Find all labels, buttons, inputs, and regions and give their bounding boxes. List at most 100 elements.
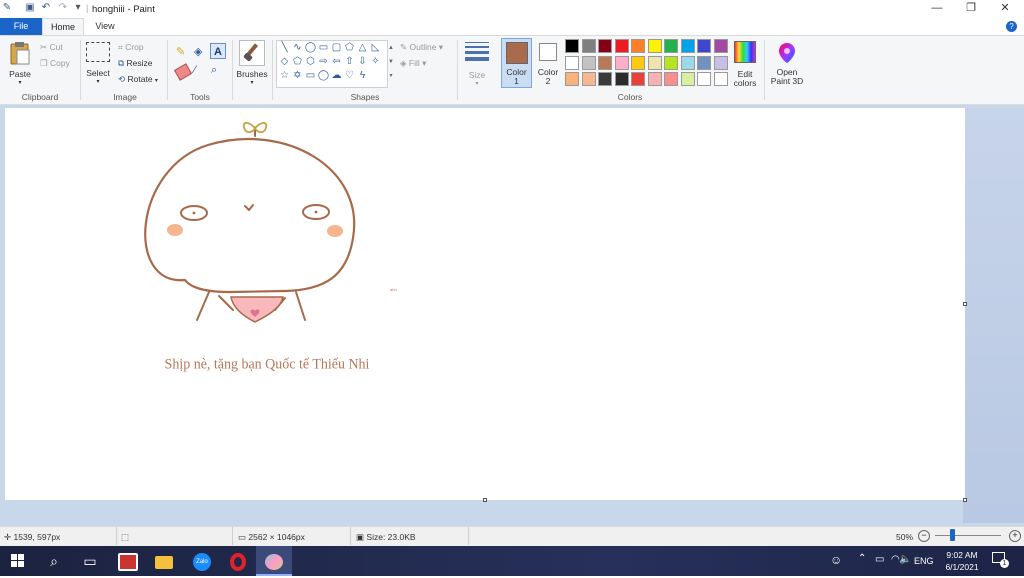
rectangle-shape-icon[interactable]: ▭ bbox=[317, 41, 330, 54]
paste-button[interactable]: Paste ▾ bbox=[8, 40, 32, 90]
paint-taskbar-icon[interactable] bbox=[256, 546, 292, 576]
search-icon[interactable]: ⌕ bbox=[36, 546, 72, 576]
opera-browser-icon[interactable] bbox=[220, 546, 256, 576]
shapes-scroll[interactable]: ▲ ▼ ▾ bbox=[387, 41, 395, 85]
undo-icon[interactable]: ↶ bbox=[40, 2, 52, 14]
color-swatch[interactable] bbox=[647, 39, 662, 53]
color-swatch[interactable] bbox=[680, 72, 695, 86]
color-swatch[interactable] bbox=[647, 55, 662, 70]
select-button[interactable]: Select ▾ bbox=[85, 42, 111, 88]
diamond-shape-icon[interactable]: ◇ bbox=[278, 55, 291, 68]
left-arrow-shape-icon[interactable]: ⇦ bbox=[330, 55, 343, 68]
start-button[interactable] bbox=[0, 546, 36, 576]
tab-file[interactable]: File bbox=[0, 18, 42, 35]
maximize-button[interactable]: ❐ bbox=[954, 0, 988, 18]
line-shape-icon[interactable]: ╲ bbox=[278, 41, 291, 54]
color-swatch[interactable] bbox=[680, 39, 695, 53]
rotate-button[interactable]: ⟲ Rotate ▾ bbox=[118, 74, 158, 85]
callout-rect-shape-icon[interactable]: ▭ bbox=[304, 69, 317, 82]
rounded-rectangle-shape-icon[interactable]: ▢ bbox=[330, 41, 343, 54]
open-paint3d-button[interactable]: Open Paint 3D bbox=[768, 40, 806, 88]
show-hidden-icons[interactable]: ⌃ bbox=[858, 553, 866, 564]
zoom-out-button[interactable]: − bbox=[918, 530, 930, 542]
color-swatch[interactable] bbox=[713, 72, 728, 86]
color-swatch[interactable] bbox=[614, 55, 629, 70]
down-arrow-shape-icon[interactable]: ⇩ bbox=[356, 55, 369, 68]
zoom-in-button[interactable]: + bbox=[1009, 530, 1021, 542]
color-swatch[interactable] bbox=[697, 72, 711, 86]
volume-icon[interactable]: 🔈 bbox=[899, 554, 911, 565]
color-picker-icon[interactable]: ⁄ bbox=[194, 64, 206, 76]
zalo-icon[interactable]: Zalo bbox=[184, 546, 220, 576]
outline-button[interactable]: ✎ Outline ▾ bbox=[400, 42, 443, 53]
color-swatch[interactable] bbox=[697, 39, 711, 53]
curve-shape-icon[interactable]: ∿ bbox=[291, 41, 304, 54]
resize-button[interactable]: ⧉ Resize bbox=[118, 58, 152, 69]
color-swatch[interactable] bbox=[713, 55, 728, 70]
people-icon[interactable]: ☺ bbox=[830, 553, 842, 567]
resize-handle-right[interactable] bbox=[963, 302, 967, 306]
magnifier-icon[interactable]: ⌕ bbox=[211, 64, 223, 76]
task-view-icon[interactable]: ▭ bbox=[72, 546, 108, 576]
five-point-star-shape-icon[interactable]: ☆ bbox=[278, 69, 291, 82]
text-tool-icon[interactable]: A bbox=[210, 43, 226, 59]
resize-handle-bottom[interactable] bbox=[483, 498, 487, 502]
color-swatch[interactable] bbox=[598, 55, 612, 70]
polygon-shape-icon[interactable]: ⬠ bbox=[343, 41, 356, 54]
callout-oval-shape-icon[interactable]: ◯ bbox=[317, 69, 330, 82]
color-swatch[interactable] bbox=[565, 55, 579, 70]
qat-customize-icon[interactable]: ▾ bbox=[72, 2, 84, 14]
color-swatch[interactable] bbox=[664, 72, 678, 86]
pencil-icon[interactable]: ✎ bbox=[176, 45, 188, 58]
zoom-slider-thumb[interactable] bbox=[949, 529, 955, 541]
tab-home[interactable]: Home bbox=[42, 18, 84, 35]
copy-button[interactable]: ❐ Copy bbox=[40, 58, 70, 69]
close-button[interactable]: ✕ bbox=[988, 0, 1022, 18]
lightning-shape-icon[interactable]: ϟ bbox=[356, 69, 369, 82]
four-point-star-shape-icon[interactable]: ✧ bbox=[369, 55, 382, 68]
color-swatch[interactable] bbox=[647, 72, 662, 86]
size-button[interactable]: Size ▾ bbox=[463, 40, 491, 87]
color-swatch[interactable] bbox=[565, 39, 579, 53]
fill-bucket-icon[interactable]: ◈ bbox=[194, 45, 206, 58]
six-point-star-shape-icon[interactable]: ✡ bbox=[291, 69, 304, 82]
color-swatch[interactable] bbox=[598, 39, 612, 53]
save-icon[interactable]: ▣ bbox=[24, 2, 36, 14]
minimize-button[interactable]: — bbox=[920, 0, 954, 18]
color-swatch[interactable] bbox=[631, 39, 645, 53]
cut-button[interactable]: ✂ Cut bbox=[40, 42, 63, 53]
clock[interactable]: 9:02 AM 6/1/2021 bbox=[942, 549, 982, 573]
zoom-slider-track[interactable] bbox=[935, 535, 1001, 536]
up-arrow-shape-icon[interactable]: ⇧ bbox=[343, 55, 356, 68]
edit-colors-button[interactable]: Edit colors bbox=[732, 40, 758, 88]
color-swatch[interactable] bbox=[581, 72, 596, 86]
help-icon[interactable]: ? bbox=[1006, 21, 1017, 32]
hexagon-shape-icon[interactable]: ⬡ bbox=[304, 55, 317, 68]
right-arrow-shape-icon[interactable]: ⇨ bbox=[317, 55, 330, 68]
resize-handle-corner[interactable] bbox=[963, 498, 967, 502]
callout-cloud-shape-icon[interactable]: ☁ bbox=[330, 69, 343, 82]
color-swatch[interactable] bbox=[614, 39, 629, 53]
color-swatch[interactable] bbox=[664, 39, 678, 53]
color2-button[interactable]: Color 2 bbox=[535, 40, 561, 88]
brushes-button[interactable]: Brushes ▾ bbox=[236, 40, 268, 88]
color-swatch[interactable] bbox=[581, 55, 596, 70]
photos-app-icon[interactable] bbox=[110, 546, 146, 576]
tab-view[interactable]: View bbox=[84, 18, 126, 35]
pentagon-shape-icon[interactable]: ⬠ bbox=[291, 55, 304, 68]
color-swatch[interactable] bbox=[631, 72, 645, 86]
right-triangle-shape-icon[interactable]: ◺ bbox=[369, 41, 382, 54]
input-language[interactable]: ENG bbox=[914, 556, 934, 566]
color-swatch[interactable] bbox=[697, 55, 711, 70]
oval-shape-icon[interactable]: ◯ bbox=[304, 41, 317, 54]
color-swatch[interactable] bbox=[680, 55, 695, 70]
battery-icon[interactable]: ▭ bbox=[875, 554, 884, 565]
notifications-button[interactable]: 1 bbox=[992, 552, 1009, 568]
color-swatch[interactable] bbox=[713, 39, 728, 53]
file-explorer-icon[interactable] bbox=[146, 546, 182, 576]
color1-button[interactable]: Color 1 bbox=[501, 38, 532, 88]
redo-icon[interactable]: ↷ bbox=[57, 2, 69, 14]
fill-button[interactable]: ◈ Fill ▾ bbox=[400, 58, 426, 69]
color-swatch[interactable] bbox=[631, 55, 645, 70]
crop-button[interactable]: ⌗ Crop bbox=[118, 42, 144, 53]
